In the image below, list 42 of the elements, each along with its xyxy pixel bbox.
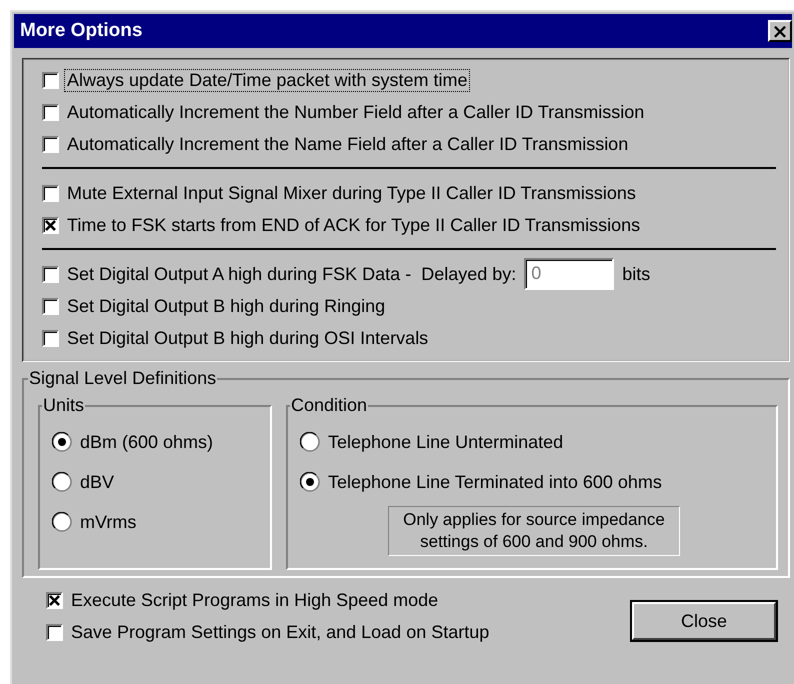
note-text: Only applies for source impedance xyxy=(403,509,665,531)
radio-button[interactable] xyxy=(300,472,320,492)
option-label[interactable]: Mute External Input Signal Mixer during Type II Caller ID Transmissions xyxy=(65,182,638,204)
checkbox[interactable] xyxy=(42,266,59,282)
radio-label[interactable]: mVrms xyxy=(78,512,138,532)
checkbox[interactable] xyxy=(42,184,59,202)
radio-button[interactable] xyxy=(52,472,72,492)
option-label[interactable]: Always update Date/Time packet with system time xyxy=(65,70,470,90)
checkbox[interactable] xyxy=(42,104,59,120)
radio-button[interactable] xyxy=(300,432,320,452)
checkbox[interactable] xyxy=(42,330,59,346)
option-label[interactable]: Save Program Settings on Exit, and Load on Startup xyxy=(69,622,492,642)
group-title: Condition xyxy=(290,395,368,416)
group-title: Signal Level Definitions xyxy=(28,368,218,389)
check-mark-icon xyxy=(45,220,56,230)
option-label[interactable]: Set Digital Output B high during OSI Intervals xyxy=(65,328,430,348)
option-label[interactable]: Automatically Increment the Name Field after a Caller ID Transmission xyxy=(65,134,630,154)
note-text: settings of 600 and 900 ohms. xyxy=(420,531,648,553)
window-title: More Options xyxy=(20,20,142,42)
checkbox[interactable] xyxy=(42,72,59,88)
radio-button[interactable] xyxy=(52,432,72,452)
option-label[interactable]: Time to FSK starts from END of ACK for Type II Caller ID Transmissions xyxy=(65,214,642,236)
option-label[interactable]: Execute Script Programs in High Speed mode xyxy=(69,590,440,610)
close-button[interactable]: × xyxy=(768,20,792,42)
checkbox[interactable] xyxy=(46,592,63,608)
radio-label[interactable]: Telephone Line Terminated into 600 ohms xyxy=(326,472,664,492)
unit-label: bits xyxy=(621,264,652,284)
radio-label[interactable]: Telephone Line Unterminated xyxy=(326,432,566,452)
option-label[interactable]: Set Digital Output B high during Ringing xyxy=(65,296,388,316)
group-title: Units xyxy=(42,395,86,416)
radio-button[interactable] xyxy=(52,512,72,532)
checkbox[interactable] xyxy=(42,216,59,234)
checkbox[interactable] xyxy=(42,298,59,314)
close-dialog-button[interactable]: Close xyxy=(632,602,776,640)
checkbox[interactable] xyxy=(42,136,59,152)
option-label[interactable]: Automatically Increment the Number Field after a Caller ID Transmission xyxy=(65,102,646,122)
radio-label[interactable]: dBV xyxy=(78,472,116,492)
check-mark-icon xyxy=(49,594,60,606)
field-label: Delayed by: xyxy=(420,264,518,284)
option-label[interactable]: Set Digital Output A high during FSK Data - xyxy=(65,264,414,284)
checkbox[interactable] xyxy=(46,624,63,640)
radio-label[interactable]: dBm (600 ohms) xyxy=(78,432,216,452)
